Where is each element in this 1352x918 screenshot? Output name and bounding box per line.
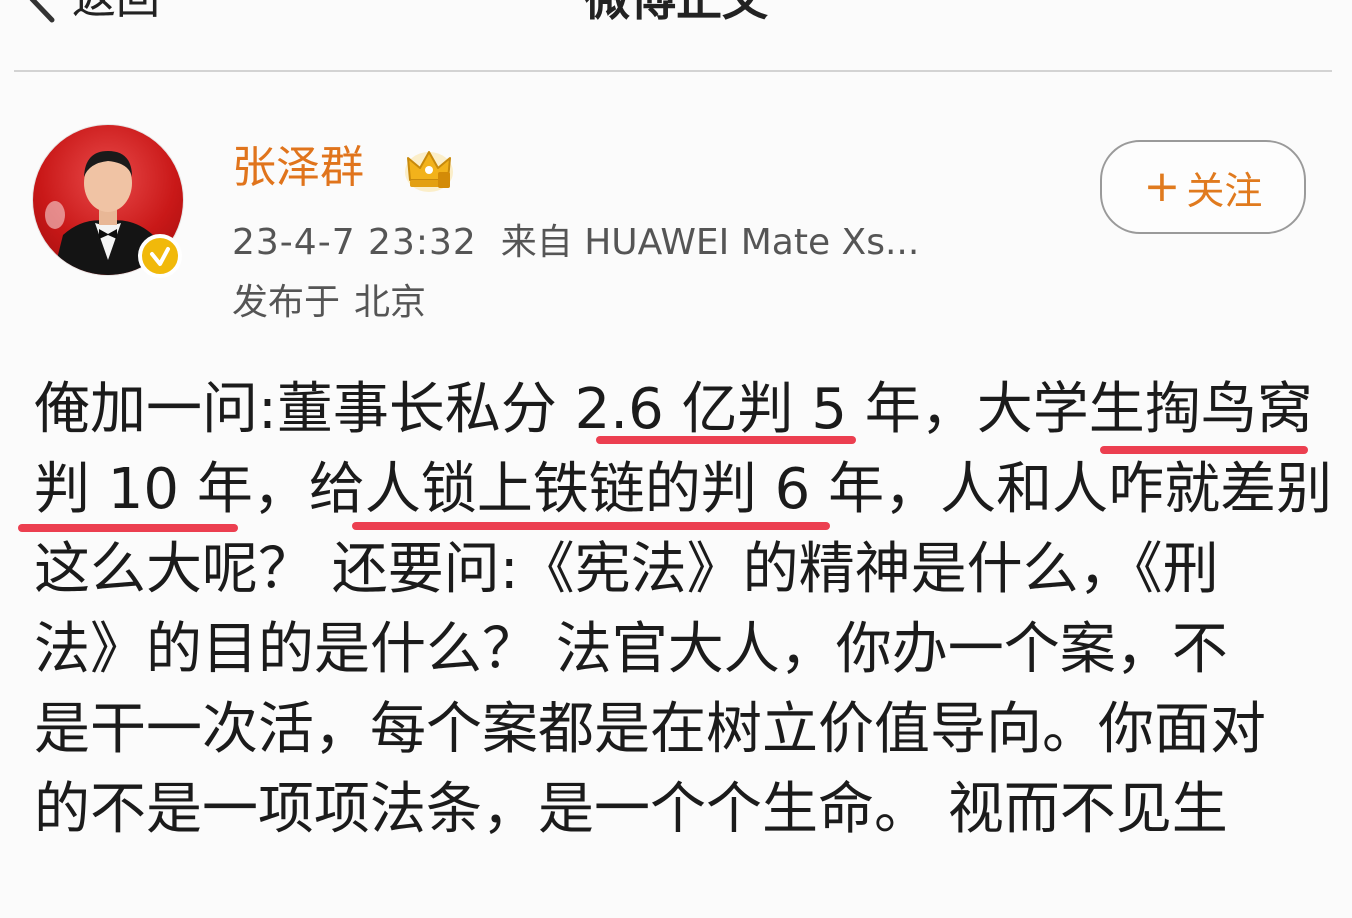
post-line: 这么大呢？ 还要问:《宪法》的精神是什么，《刑 (34, 537, 1219, 602)
location-prefix: 发布于 (232, 282, 341, 323)
highlight-underline (596, 436, 856, 444)
verified-badge-icon (138, 234, 182, 278)
crown-icon (405, 151, 453, 192)
post-time: 23-4-7 23:32 (232, 222, 477, 263)
highlight-underline (18, 524, 238, 532)
location-city: 北京 (354, 282, 427, 323)
plus-icon: + (1143, 161, 1181, 212)
post-location: 发布于 北京 (232, 278, 426, 328)
follow-button[interactable]: + 关注 (1100, 140, 1306, 234)
post-source[interactable]: 来自 HUAWEI Mate Xs... (501, 222, 920, 263)
post-line: 的不是一项项法条，是一个个生命。 视而不见生 (34, 777, 1228, 842)
post-line: 判 10 年，给人锁上铁链的判 6 年，人和人咋就差别 (34, 457, 1333, 522)
post-line: 法》的目的是什么？ 法官大人，你办一个案，不 (34, 617, 1228, 682)
post-meta: 23-4-7 23:32 来自 HUAWEI Mate Xs... (232, 218, 919, 268)
header-divider (14, 70, 1332, 72)
top-nav-bar: 返回 微博正文 (0, 0, 1352, 72)
highlight-underline (352, 522, 830, 530)
post-line: 是干一次活，每个案都是在树立价值导向。你面对 (34, 697, 1266, 762)
page-title: 微博正文 (0, 0, 1352, 26)
follow-label: 关注 (1186, 168, 1263, 213)
highlight-underline (1100, 446, 1308, 454)
author-avatar[interactable] (32, 124, 184, 278)
author-name[interactable]: 张泽群 (232, 140, 364, 196)
